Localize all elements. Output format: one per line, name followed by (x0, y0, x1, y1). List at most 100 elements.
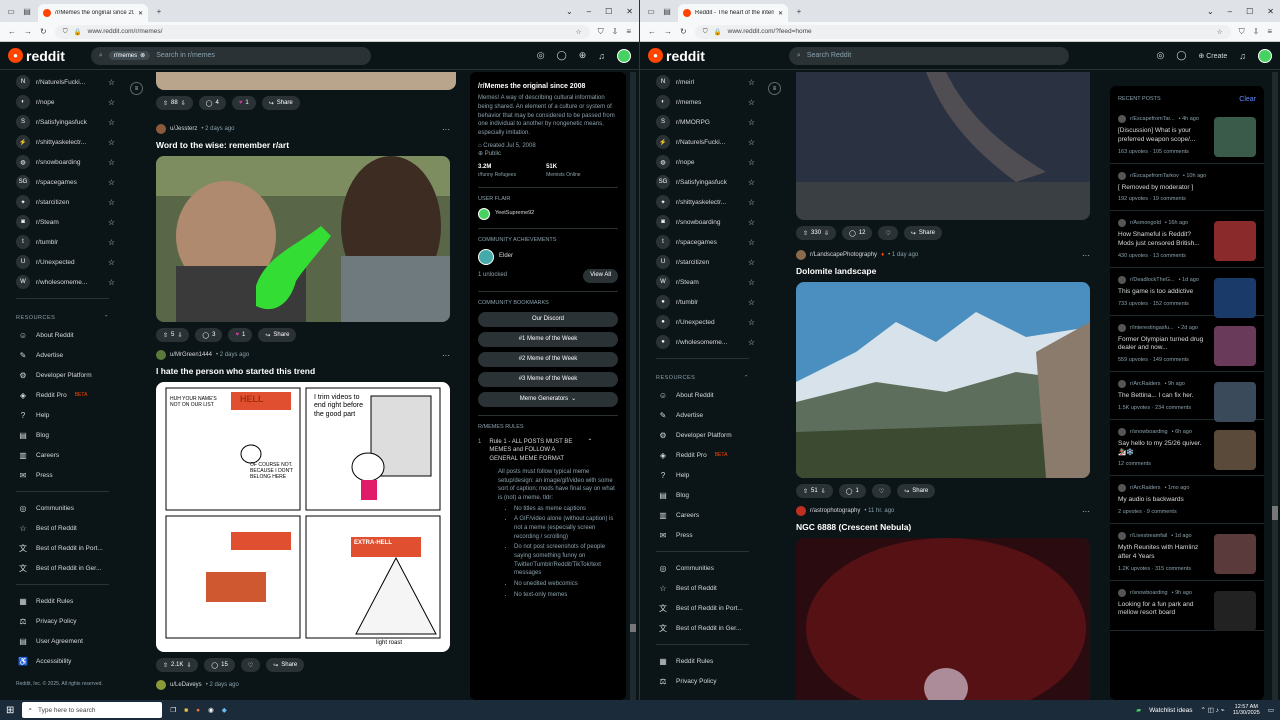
star-icon[interactable]: ☆ (748, 118, 755, 127)
downvote-icon[interactable]: ⇩ (824, 230, 829, 237)
sidebar-item-policy[interactable]: ⚖ Privacy Policy (640, 671, 765, 691)
dropdown-icon[interactable]: ⌄ (566, 7, 573, 16)
star-icon[interactable]: ☆ (748, 158, 755, 167)
dropdown-icon[interactable]: ⌄ (1207, 7, 1214, 16)
menu-icon[interactable]: ≡ (1267, 27, 1272, 36)
new-tab-icon[interactable]: + (154, 6, 164, 16)
advertise-icon[interactable]: ◎ (1156, 50, 1164, 61)
recent-subreddit[interactable]: r/ArcRaiders (1130, 485, 1161, 491)
post-image[interactable]: HUH YOUR NAME'S NOT ON OUR LIST OF COURS… (156, 382, 450, 652)
sidebar-item-community[interactable]: t r/spacegames ☆ (640, 232, 765, 252)
post-author[interactable]: u/Jessterz (170, 126, 197, 132)
window-menu-icon[interactable]: ▭ (6, 6, 16, 16)
more-options-icon[interactable]: ··· (442, 351, 450, 360)
post-author[interactable]: u/MrGreen1444 (170, 352, 212, 358)
sidebar-item-community[interactable]: ● r/wholesomeme... ☆ (640, 332, 765, 352)
bookmark-star-icon[interactable]: ☆ (1217, 28, 1223, 36)
flair-user[interactable]: YeetSupreme92 (495, 210, 534, 218)
sidebar-item-community[interactable]: ◍ r/snowboarding ☆ (0, 152, 125, 172)
award-button[interactable]: ♡ (240, 658, 261, 672)
star-icon[interactable]: ☆ (108, 178, 115, 187)
sidebar-item-community[interactable]: Sr/Satisfyingasfuck ☆ (0, 112, 125, 132)
post-card[interactable]: u/Jessterz • 2 days ago ··· Word to the wi… (156, 124, 450, 342)
sidebar-item-resource[interactable]: ▥ Careers (640, 505, 765, 525)
sidebar-item-community[interactable]: SG r/spacegames ☆ (0, 172, 125, 192)
avatar[interactable] (1258, 48, 1272, 63)
clear-button[interactable]: Clear (1239, 96, 1256, 103)
star-icon[interactable]: ☆ (748, 98, 755, 107)
star-icon[interactable]: ☆ (748, 318, 755, 327)
recent-title[interactable]: How Shameful is Reddit? Mods just censor… (1118, 231, 1208, 249)
recent-title[interactable]: [Discussion] What is your preferred weap… (1118, 127, 1208, 145)
award-button[interactable]: ♡ (878, 226, 898, 240)
news-widget[interactable]: Watchlist ideas (1149, 707, 1192, 714)
sidebar-item-community[interactable]: Wr/Steam ☆ (640, 272, 765, 292)
comments-button[interactable]: ◯ 3 (195, 328, 223, 342)
sidebar-item-resource[interactable]: ▥ Careers (0, 445, 125, 465)
recent-subreddit[interactable]: r/Livestreamfail (1130, 533, 1167, 539)
award-button[interactable]: ♡ (871, 484, 892, 498)
award-button[interactable]: ♥ 1 (231, 96, 256, 110)
recent-title[interactable]: The Bettina... I can fix her. (1118, 392, 1208, 401)
sidebar-item-community[interactable]: ● r/Unexpected ☆ (640, 312, 765, 332)
star-icon[interactable]: ☆ (108, 278, 115, 287)
recent-thumbnail[interactable] (1214, 221, 1256, 262)
share-button[interactable]: ↪ Share (258, 328, 297, 342)
sidebar-item-community-link[interactable]: 文 Best of Reddit in Port... (640, 598, 765, 618)
steam-icon[interactable]: ◆ (222, 706, 227, 714)
sidebar-item-community-link[interactable]: ◎ Communities (0, 498, 125, 518)
more-options-icon[interactable]: ··· (1082, 507, 1090, 516)
star-icon[interactable]: ☆ (748, 178, 755, 187)
minimize-icon[interactable]: – (587, 7, 591, 16)
chevron-up-icon[interactable]: ⌃ (587, 438, 592, 464)
sidebar-item-community[interactable]: SG r/Satisfyingasfuck ☆ (640, 172, 765, 192)
recent-post[interactable]: r/EscapefromTarkov • 10h ago [ Removed by … (1110, 164, 1264, 212)
sidebar-item-resource[interactable]: ✎ Advertise (0, 345, 125, 365)
scroll-thumb[interactable] (630, 624, 636, 632)
browser-tab[interactable]: Reddit - The heart of the intern ✕ (678, 4, 788, 22)
sidebar-item-resource[interactable]: ✉ Press (640, 525, 765, 545)
back-icon[interactable]: ← (648, 27, 656, 36)
vote-control[interactable]: ⇧ 88 ⇩ (156, 96, 193, 110)
recent-post[interactable]: r/ArcRaiders • 9h ago The Bettina... I can… (1110, 372, 1264, 423)
bookmark-button[interactable]: Meme Generators ⌄ (478, 391, 618, 407)
sidebar-item-community[interactable]: ◍ r/nope ☆ (640, 152, 765, 172)
upvote-icon[interactable]: ⇧ (163, 332, 168, 339)
plus-icon[interactable]: ⊕ (579, 50, 587, 61)
scroll-thumb[interactable] (1272, 506, 1278, 520)
sidebar-item-resource[interactable]: ▤ Blog (0, 425, 125, 445)
task-view-icon[interactable]: ❐ (170, 706, 176, 714)
bell-icon[interactable]: ♫ (598, 51, 605, 61)
sidebar-item-community[interactable]: Nr/meirl ☆ (640, 72, 765, 92)
recent-thumbnail[interactable] (1214, 325, 1256, 366)
downloads-icon[interactable]: ⇩ (612, 27, 619, 36)
sidebar-item-community[interactable]: ⚡ r/NaturelsFucki... ☆ (640, 132, 765, 152)
sidebar-item-community[interactable]: ● r/tumblr ☆ (640, 292, 765, 312)
sidebar-item-resource[interactable]: ? Help (0, 405, 125, 425)
advertise-icon[interactable]: ◎ (537, 50, 545, 61)
firefox-icon[interactable]: ● (196, 707, 200, 714)
sidebar-item-resource[interactable]: ⚙ Developer Platform (0, 365, 125, 385)
downvote-icon[interactable]: ⇩ (181, 100, 186, 107)
recent-post[interactable]: r/EscapefromTar... • 4h ago [Discussion] W… (1110, 107, 1264, 164)
recent-post[interactable]: r/snowboarding • 6h ago Say hello to my 25… (1110, 420, 1264, 477)
recent-post[interactable]: r/Asmongold • 16h ago How Shameful is Redd… (1110, 211, 1264, 268)
more-options-icon[interactable]: ··· (442, 125, 450, 134)
recent-subreddit[interactable]: r/Asmongold (1130, 220, 1161, 226)
recent-subreddit[interactable]: r/ArcRaiders (1130, 381, 1161, 387)
post-author[interactable]: u/LeDaveys (170, 682, 202, 688)
sidebar-item-community-link[interactable]: 文 Best of Reddit in Ger... (0, 558, 125, 578)
sidebar-item-resource[interactable]: ☺ About Reddit (0, 325, 125, 345)
award-button[interactable]: ♥ 1 (228, 328, 253, 342)
sidebar-item-policy[interactable]: ▤ User Agreement (0, 631, 125, 651)
upvote-icon[interactable]: ⇧ (163, 662, 168, 669)
post-title[interactable]: I hate the person who started this trend (156, 366, 450, 376)
sidebar-item-community[interactable]: Nr/NaturelsFucki... ☆ (0, 72, 125, 92)
recent-post[interactable]: r/snowboarding • 9h ago Looking for a fun … (1110, 581, 1264, 632)
search-bar[interactable]: ⌕ Search Reddit (788, 46, 1069, 65)
bookmark-button[interactable]: #3 Meme of the Week (478, 371, 618, 387)
window-menu-icon[interactable]: ▭ (646, 6, 656, 16)
collapse-sidebar-button[interactable]: ≡ (130, 82, 143, 95)
recent-subreddit[interactable]: r/DeadlockTheG... (1130, 277, 1175, 283)
sidebar-item-community-link[interactable]: ☆ Best of Reddit (640, 578, 765, 598)
